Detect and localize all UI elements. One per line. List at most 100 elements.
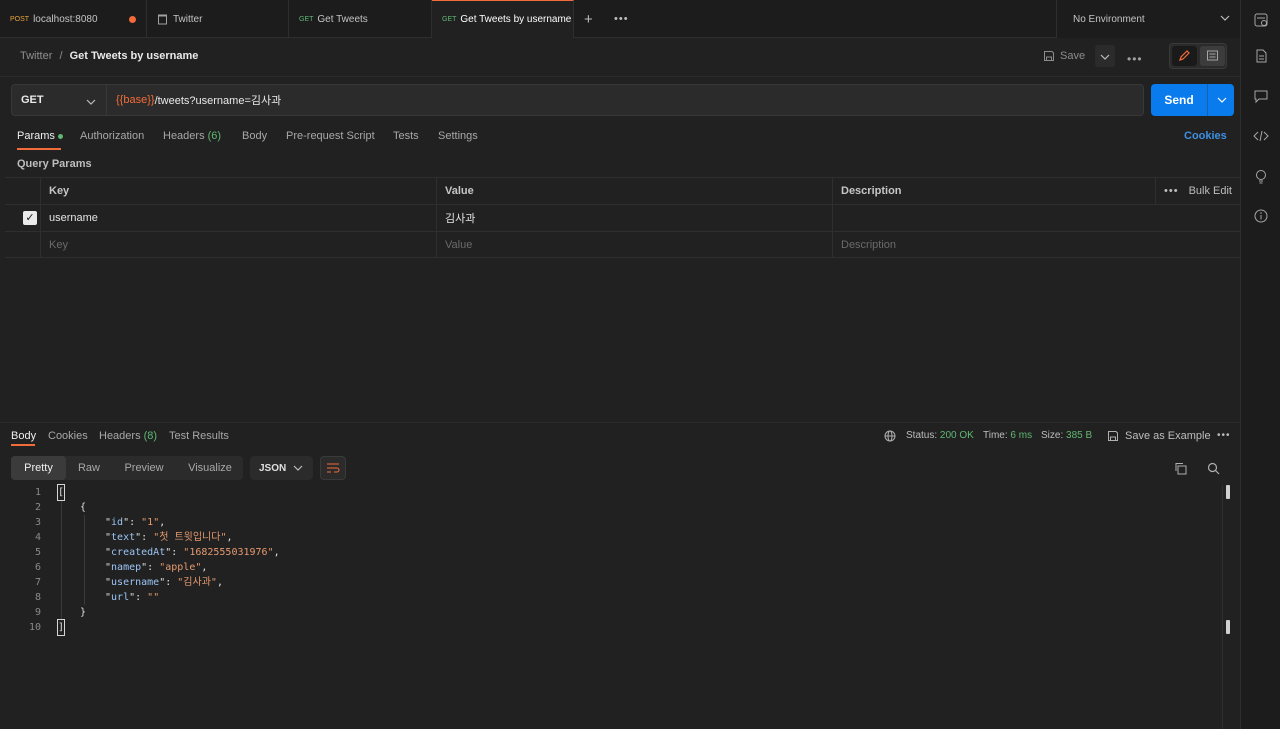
tab-twitter[interactable]: Twitter — [147, 0, 289, 38]
json-value: 1 — [147, 517, 154, 528]
response-status[interactable]: Status: 200 OK — [906, 430, 974, 441]
tab-prerequest-script[interactable]: Pre-request Script — [286, 130, 375, 142]
search-icon[interactable] — [1207, 462, 1221, 476]
param-enabled-checkbox[interactable]: ✓ — [23, 211, 37, 225]
bulk-edit-button[interactable]: Bulk Edit — [1189, 185, 1232, 197]
lightbulb-icon[interactable] — [1253, 168, 1269, 184]
time-value: 6 ms — [1010, 430, 1033, 441]
response-more-icon[interactable]: ••• — [1217, 430, 1231, 441]
method-select[interactable]: GET — [11, 84, 107, 116]
tab-tests[interactable]: Tests — [393, 130, 419, 142]
json-key: namep — [111, 562, 142, 573]
tab-params[interactable]: Params — [17, 130, 63, 142]
new-description-field[interactable]: Description — [832, 232, 1240, 258]
json-value: 1682555031976 — [189, 547, 268, 558]
format-label: JSON — [259, 462, 287, 474]
table-row: ✓ username 김사과 — [5, 204, 1240, 231]
right-rail — [1240, 0, 1280, 729]
code-text: ] — [56, 619, 66, 636]
table-row: Key Value Description — [5, 231, 1240, 258]
breadcrumb-parent[interactable]: Twitter — [20, 50, 52, 62]
tab-body[interactable]: Body — [242, 130, 267, 142]
response-tab-body[interactable]: Body — [11, 430, 36, 442]
view-mode-raw[interactable]: Raw — [73, 456, 105, 480]
tab-method: POST — [10, 15, 30, 23]
line-number: 3 — [34, 517, 41, 528]
save-button[interactable]: Save — [1043, 45, 1093, 67]
response-time[interactable]: Time: 6 ms — [983, 430, 1032, 441]
view-mode-preview[interactable]: Preview — [119, 456, 169, 480]
save-label: Save — [1060, 50, 1086, 62]
unsaved-dot-icon — [129, 16, 136, 23]
new-tab-plus-icon[interactable]: + — [584, 11, 593, 28]
size-label: Size: — [1041, 430, 1064, 441]
doc-mode-button[interactable] — [1200, 46, 1225, 66]
info-icon[interactable] — [1253, 208, 1269, 224]
params-active-dot-icon — [57, 133, 63, 139]
save-as-example-button[interactable]: Save as Example — [1125, 430, 1211, 442]
tab-label: Twitter — [173, 13, 203, 25]
active-tab-indicator — [17, 148, 61, 150]
save-icon — [1043, 50, 1055, 62]
param-value-field[interactable]: 김사과 — [436, 205, 832, 231]
code-line: 1[ — [0, 484, 1220, 501]
tab-settings[interactable]: Settings — [438, 130, 478, 142]
cookies-link[interactable]: Cookies — [1184, 130, 1227, 142]
url-input[interactable]: {{base}}/tweets?username=김사과 — [107, 84, 1144, 116]
code-text: { — [80, 502, 87, 513]
code-line: 2{ — [0, 500, 1220, 515]
tab-get-tweets-by-username[interactable]: GET Get Tweets by username — [432, 0, 574, 38]
view-mode-segmented: Pretty Raw Preview Visualize — [11, 456, 243, 480]
view-mode-visualize[interactable]: Visualize — [183, 456, 237, 480]
response-tab-test-results[interactable]: Test Results — [169, 430, 229, 442]
comments-icon[interactable] — [1253, 88, 1269, 104]
size-value: 385 B — [1066, 430, 1093, 441]
view-mode-pretty[interactable]: Pretty — [11, 456, 66, 480]
documentation-icon[interactable] — [1253, 48, 1269, 64]
breadcrumb-current[interactable]: Get Tweets by username — [70, 50, 199, 62]
chevron-down-icon[interactable] — [1217, 96, 1227, 104]
params-table: Key Value Description ••• Bulk Edit ✓ us… — [5, 177, 1240, 258]
json-key: url — [111, 592, 130, 603]
environment-quicklook-icon[interactable] — [1253, 12, 1269, 28]
response-tab-cookies[interactable]: Cookies — [48, 430, 88, 442]
line-number: 6 — [34, 562, 41, 573]
environment-select[interactable]: No Environment — [1056, 0, 1240, 38]
more-tabs-icon[interactable]: ••• — [614, 13, 629, 25]
query-params-title: Query Params — [17, 158, 92, 170]
response-size[interactable]: Size: 385 B — [1041, 430, 1092, 441]
response-headers-count: (8) — [143, 430, 158, 442]
format-select[interactable]: JSON — [250, 456, 313, 480]
save-options-button[interactable] — [1095, 45, 1115, 67]
globe-icon[interactable] — [884, 430, 898, 444]
tab-get-tweets[interactable]: GET Get Tweets — [289, 0, 432, 38]
scrollbar-marker — [1226, 620, 1230, 634]
code-icon[interactable] — [1253, 128, 1269, 144]
param-key-field[interactable]: username — [40, 205, 437, 231]
pencil-icon — [1178, 49, 1191, 65]
more-actions-icon[interactable]: ••• — [1127, 52, 1143, 66]
editor-scrollbar[interactable] — [1222, 485, 1240, 729]
new-value-field[interactable]: Value — [436, 232, 832, 258]
tab-headers[interactable]: Headers (6) — [163, 130, 221, 142]
param-description-field[interactable] — [832, 205, 1240, 231]
collection-icon — [157, 14, 168, 25]
response-body-editor[interactable]: 1[ 2{ 3 "id": "1", 4 "text": "첫 트윗입니다", 5 "… — [0, 484, 1220, 636]
tab-method: GET — [442, 16, 457, 23]
code-line: 4 "text": "첫 트윗입니다", — [0, 530, 1220, 545]
copy-icon[interactable] — [1174, 462, 1188, 476]
tab-localhost[interactable]: POST localhost:8080 — [0, 0, 147, 38]
send-button[interactable]: Send — [1151, 84, 1234, 116]
divider — [0, 422, 1240, 423]
code-line: 8 "url": "" — [0, 590, 1220, 605]
new-key-field[interactable]: Key — [40, 232, 437, 258]
more-columns-icon[interactable]: ••• — [1164, 185, 1179, 197]
code-text: "id": "1", — [105, 517, 166, 528]
edit-mode-button[interactable] — [1172, 46, 1197, 66]
headers-count: (6) — [207, 130, 222, 142]
wrap-lines-button[interactable] — [320, 456, 346, 480]
view-toggle — [1169, 43, 1227, 69]
response-tab-headers[interactable]: Headers (8) — [99, 430, 157, 442]
line-number: 8 — [34, 592, 41, 603]
tab-authorization[interactable]: Authorization — [80, 130, 144, 142]
